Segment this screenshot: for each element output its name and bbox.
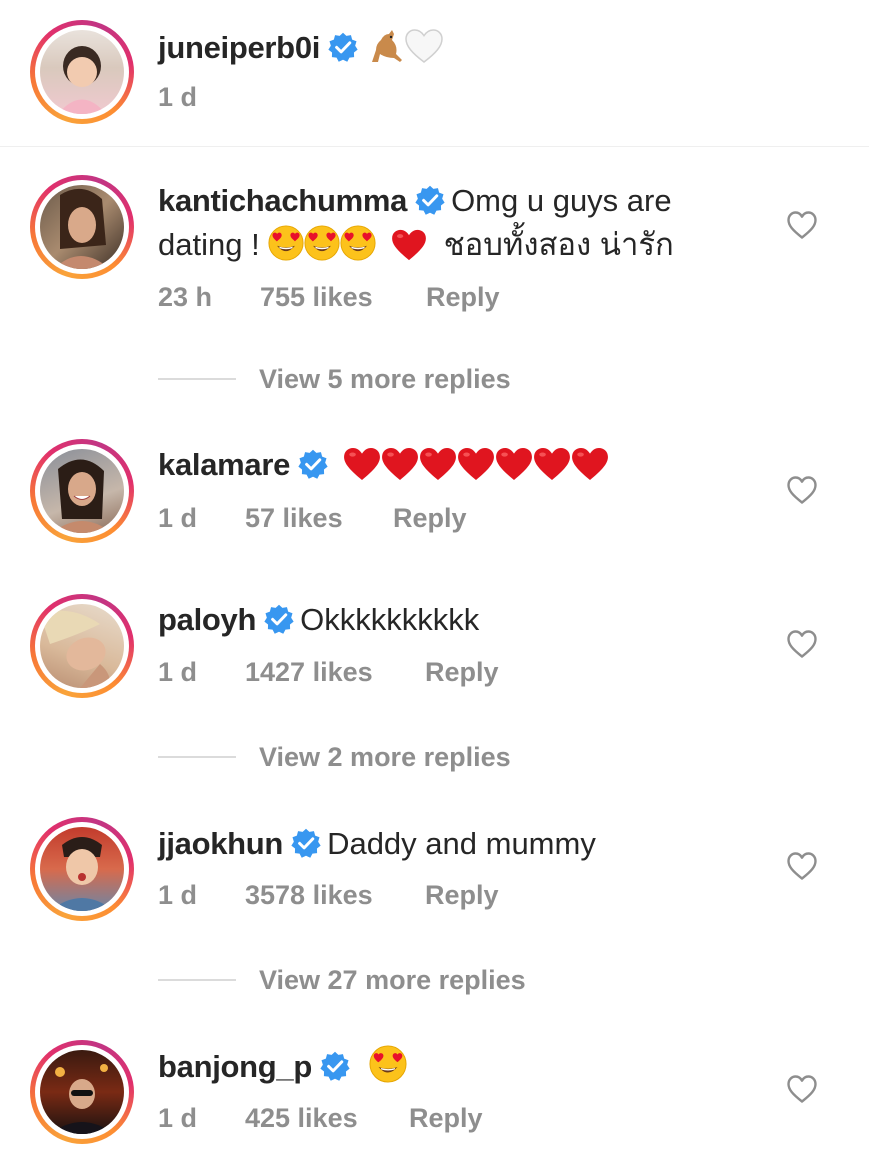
like-heart-outline-icon[interactable]	[786, 629, 818, 659]
red-heart-emoji-icon	[495, 447, 533, 481]
comment-text-cont: dating !	[158, 227, 260, 262]
heart-eyes-emoji-icon	[340, 225, 376, 261]
white-heart-emoji-icon	[404, 28, 444, 76]
view-replies-label[interactable]: View 5 more replies	[259, 359, 511, 399]
username[interactable]: banjong_p	[158, 1049, 312, 1084]
heart-eyes-emoji-icon	[369, 1045, 407, 1083]
view-replies-label[interactable]: View 27 more replies	[259, 960, 526, 1000]
comment-line2: dating ! ชอบทั้งสอง น่ารัก	[158, 223, 674, 267]
verified-badge-icon	[298, 449, 328, 479]
avatar[interactable]	[30, 175, 134, 279]
red-heart-emoji-icon	[457, 447, 495, 481]
view-replies-line	[158, 756, 236, 758]
red-heart-emoji-icon	[381, 447, 419, 481]
red-heart-emoji-icon	[533, 447, 571, 481]
comment-text: Daddy and mummy	[327, 826, 596, 861]
like-count[interactable]: 57 likes	[245, 503, 393, 534]
avatar[interactable]	[30, 20, 134, 124]
avatar[interactable]	[30, 594, 134, 698]
timestamp: 1 d	[158, 880, 198, 910]
comment-line1: jjaokhun Daddy and mummy	[158, 822, 596, 866]
view-replies-label[interactable]: View 2 more replies	[259, 737, 511, 777]
username[interactable]: paloyh	[158, 602, 256, 637]
verified-badge-icon	[264, 604, 294, 634]
like-heart-outline-icon[interactable]	[786, 210, 818, 240]
comment-line1: banjong_p	[158, 1045, 407, 1089]
timestamp: 1 d	[158, 657, 198, 687]
comment-line1: kalamare	[158, 443, 609, 487]
reply-button[interactable]: Reply	[425, 657, 499, 688]
verified-badge-icon	[415, 185, 445, 215]
comment-meta: 1 d 3578 likes Reply	[158, 880, 499, 911]
verified-badge-icon	[320, 1051, 350, 1081]
verified-badge-icon	[291, 828, 321, 858]
username[interactable]: jjaokhun	[158, 826, 283, 861]
like-count[interactable]: 1427 likes	[245, 657, 425, 688]
username[interactable]: juneiperb0i	[158, 30, 320, 65]
username[interactable]: kantichachumma	[158, 183, 407, 218]
avatar[interactable]	[30, 1040, 134, 1144]
view-replies-line	[158, 378, 236, 380]
reply-button[interactable]: Reply	[393, 503, 467, 534]
caption-meta: 1 d	[158, 82, 197, 113]
username[interactable]: kalamare	[158, 447, 290, 482]
comment-text: Okkkkkkkkkk	[300, 602, 480, 637]
comment-meta: 1 d 425 likes Reply	[158, 1103, 483, 1134]
like-heart-outline-icon[interactable]	[786, 851, 818, 881]
reply-button[interactable]: Reply	[426, 282, 500, 313]
heart-eyes-emoji-icon	[304, 225, 340, 261]
kangaroo-emoji-icon	[364, 28, 404, 76]
comment-meta: 1 d 1427 likes Reply	[158, 657, 499, 688]
red-heart-emoji-icon	[419, 447, 457, 481]
like-heart-outline-icon[interactable]	[786, 475, 818, 505]
timestamp: 1 d	[158, 1103, 198, 1133]
red-heart-emoji-icon	[571, 447, 609, 481]
like-heart-outline-icon[interactable]	[786, 1074, 818, 1104]
like-count[interactable]: 3578 likes	[245, 880, 425, 911]
divider	[0, 146, 869, 147]
caption-line: juneiperb0i	[158, 26, 444, 76]
avatar[interactable]	[30, 817, 134, 921]
comment-text: Omg u guys are	[451, 183, 672, 218]
like-count[interactable]: 425 likes	[245, 1103, 409, 1134]
reply-button[interactable]: Reply	[409, 1103, 483, 1134]
red-heart-emoji-icon	[391, 229, 427, 261]
comment-line1: kantichachumma Omg u guys are	[158, 179, 672, 223]
heart-eyes-emoji-icon	[268, 225, 304, 261]
comment-text-thai: ชอบทั้งสอง น่ารัก	[443, 227, 674, 262]
red-heart-emoji-icon	[343, 447, 381, 481]
comment-meta: 1 d 57 likes Reply	[158, 503, 467, 534]
like-count[interactable]: 755 likes	[260, 282, 426, 313]
verified-badge-icon	[328, 32, 358, 62]
timestamp: 1 d	[158, 82, 198, 112]
comment-line1: paloyh Okkkkkkkkkk	[158, 598, 479, 642]
comment-meta: 23 h 755 likes Reply	[158, 282, 500, 313]
view-replies-line	[158, 979, 236, 981]
timestamp: 1 d	[158, 503, 198, 533]
reply-button[interactable]: Reply	[425, 880, 499, 911]
timestamp: 23 h	[158, 282, 213, 312]
avatar[interactable]	[30, 439, 134, 543]
